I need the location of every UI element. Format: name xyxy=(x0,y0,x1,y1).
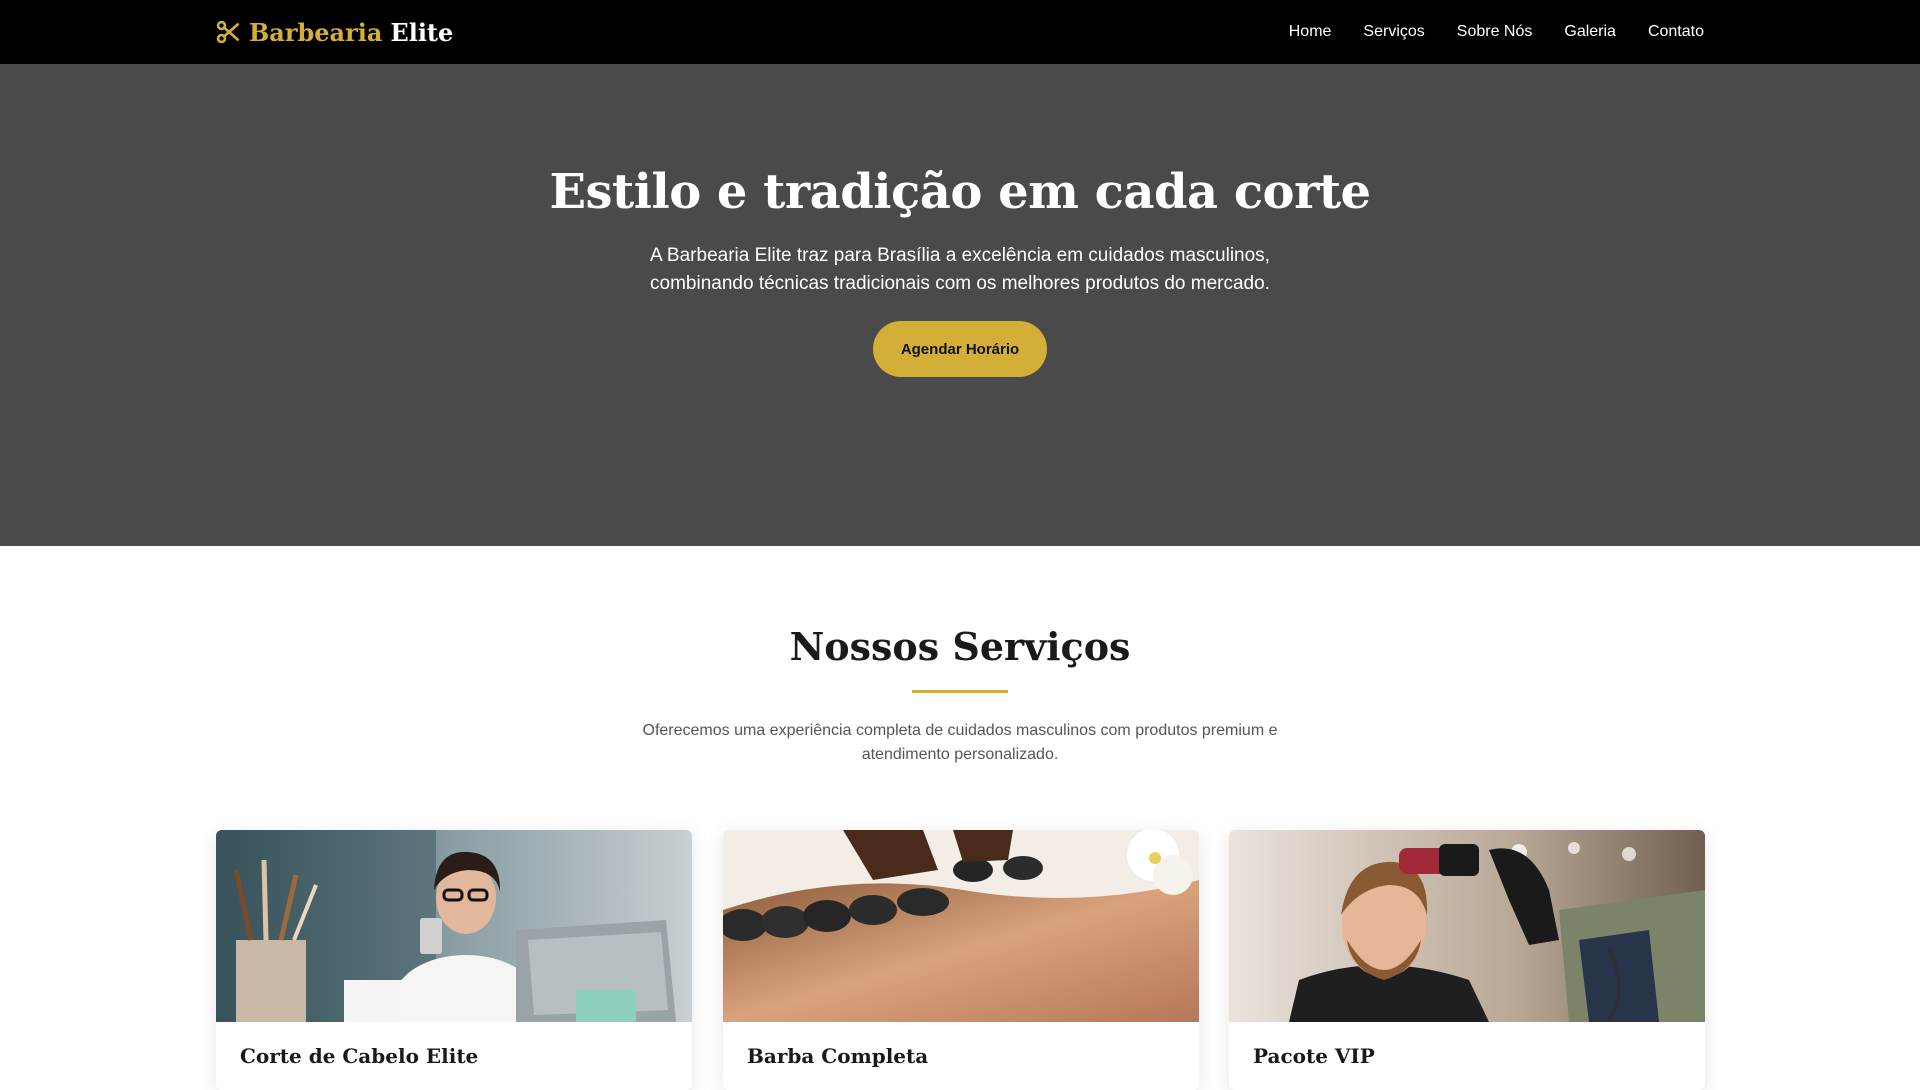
services-intro-line-2: atendimento personalizado. xyxy=(861,746,1059,763)
brand-logo[interactable]: Barbearia Elite xyxy=(215,0,453,64)
service-image-beard xyxy=(723,830,1199,1022)
hero-description-line-2: combinando técnicas tradicionais com os … xyxy=(650,273,1270,294)
service-card-beard[interactable]: Barba Completa xyxy=(723,830,1199,1090)
main-menu: Home Serviços Sobre Nós Galeria Contato xyxy=(1289,0,1704,64)
service-title-haircut: Corte de Cabelo Elite xyxy=(240,1044,479,1068)
nav-link-home[interactable]: Home xyxy=(1289,23,1332,41)
service-image-haircut xyxy=(216,830,692,1022)
service-image-vip xyxy=(1229,830,1705,1022)
nav-link-galeria[interactable]: Galeria xyxy=(1564,23,1616,41)
service-card-vip[interactable]: Pacote VIP xyxy=(1229,830,1705,1090)
service-card-haircut[interactable]: Corte de Cabelo Elite xyxy=(216,830,692,1090)
scissors-icon xyxy=(216,20,240,44)
nav-link-servicos[interactable]: Serviços xyxy=(1363,23,1424,41)
service-title-vip: Pacote VIP xyxy=(1253,1044,1375,1068)
services-intro-line-1: Oferecemos uma experiência completa de c… xyxy=(642,722,1278,739)
title-divider xyxy=(912,690,1008,693)
nav-link-sobre-nos[interactable]: Sobre Nós xyxy=(1457,23,1533,41)
hero-title: Estilo e tradição em cada corte xyxy=(549,164,1371,220)
service-title-beard: Barba Completa xyxy=(747,1044,929,1068)
brand-name-part1: Barbearia xyxy=(249,17,383,47)
services-intro: Oferecemos uma experiência completa de c… xyxy=(630,719,1290,767)
nav-link-contato[interactable]: Contato xyxy=(1648,23,1704,41)
top-navbar: Barbearia Elite Home Serviços Sobre Nós … xyxy=(0,0,1920,64)
book-appointment-button[interactable]: Agendar Horário xyxy=(873,321,1047,377)
hero-description: A Barbearia Elite traz para Brasília a e… xyxy=(610,242,1310,298)
hero-section: Estilo e tradição em cada corte A Barbea… xyxy=(0,64,1920,546)
services-section: Nossos Serviços Oferecemos uma experiênc… xyxy=(0,546,1920,1090)
services-title: Nossos Serviços xyxy=(789,624,1131,669)
brand-name-part2: Elite xyxy=(390,17,454,47)
hero-description-line-1: A Barbearia Elite traz para Brasília a e… xyxy=(650,245,1270,266)
